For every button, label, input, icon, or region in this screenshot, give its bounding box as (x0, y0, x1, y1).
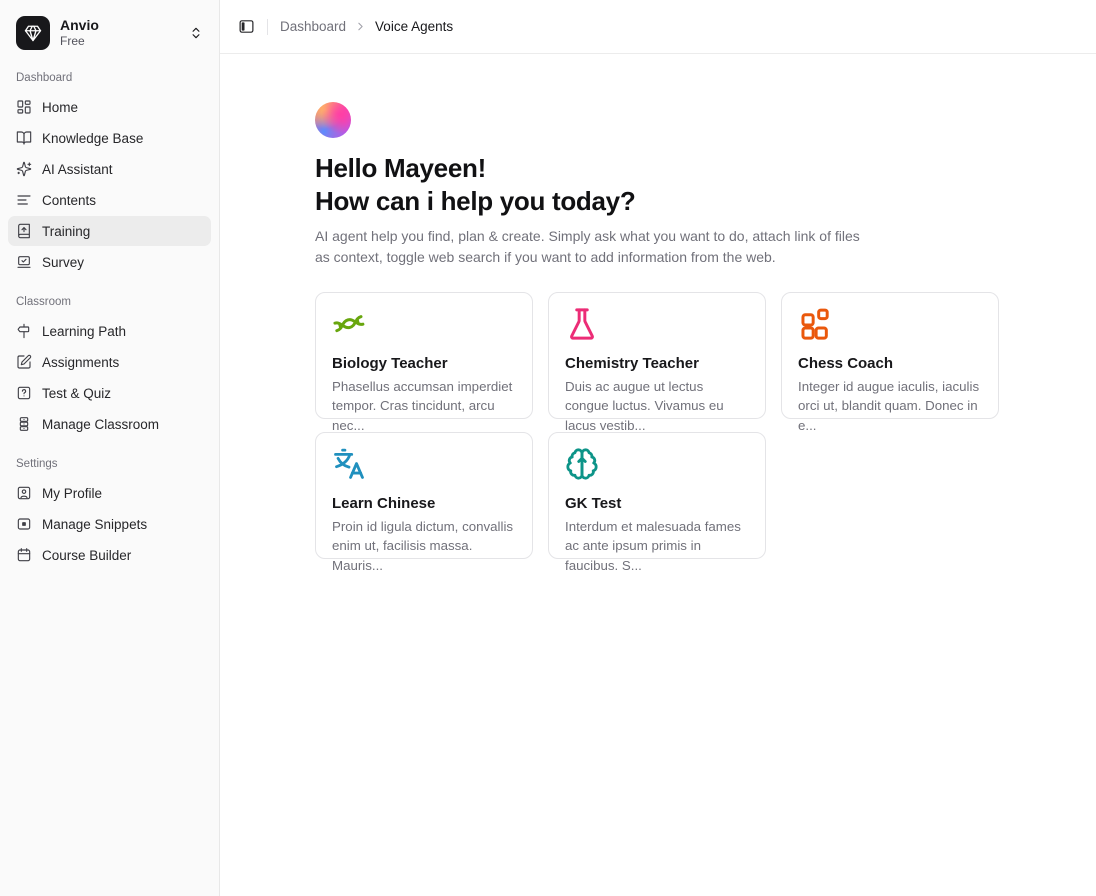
sidebar-item-contents[interactable]: Contents (8, 185, 211, 215)
content: Hello Mayeen! How can i help you today? … (220, 54, 1096, 559)
agent-card-description: Duis ac augue ut lectus congue luctus. V… (565, 377, 749, 435)
agent-card-title: Chess Coach (798, 355, 982, 372)
agent-card-description: Proin id ligula dictum, convallis enim u… (332, 517, 516, 575)
sidebar-item-label: Contents (42, 193, 96, 208)
survey-check-icon (16, 254, 32, 270)
sidebar-item-label: Manage Classroom (42, 417, 159, 432)
gem-icon (24, 24, 42, 42)
calendar-icon (16, 547, 32, 563)
agent-card-title: Biology Teacher (332, 355, 516, 372)
lines-icon (16, 192, 32, 208)
hero-description: AI agent help you find, plan & create. S… (315, 226, 860, 268)
agent-card-biology-teacher[interactable]: Biology TeacherPhasellus accumsan imperd… (315, 292, 533, 419)
sidebar-sections: Dashboard Home Knowledge Base AI Assistant C… (0, 54, 219, 570)
sidebar-item-manage-classroom[interactable]: Manage Classroom (8, 409, 211, 439)
sidebar-item-label: Course Builder (42, 548, 131, 563)
agent-card-title: GK Test (565, 495, 749, 512)
sidebar-section-label-dashboard: Dashboard (0, 54, 219, 92)
sidebar-item-label: Training (42, 224, 90, 239)
sidebar-item-label: Learning Path (42, 324, 126, 339)
agent-card-description: Phasellus accumsan imperdiet tempor. Cra… (332, 377, 516, 435)
header-divider (267, 19, 268, 35)
flask-icon (565, 307, 749, 346)
agent-card-description: Integer id augue iaculis, iaculis orci u… (798, 377, 982, 435)
square-pen-icon (16, 354, 32, 370)
sidebar-section-label-settings: Settings (0, 440, 219, 478)
dna-icon (332, 307, 516, 346)
sidebar: Anvio Free Dashboard Home Knowledge Base AI… (0, 0, 220, 896)
agent-card-learn-chinese[interactable]: Learn ChineseProin id ligula dictum, con… (315, 432, 533, 559)
agent-card-chess-coach[interactable]: Chess CoachInteger id augue iaculis, iac… (781, 292, 999, 419)
agent-card-title: Learn Chinese (332, 495, 516, 512)
chevrons-up-down-icon[interactable] (189, 26, 203, 40)
agent-card-title: Chemistry Teacher (565, 355, 749, 372)
blocks-icon (798, 307, 982, 346)
sidebar-item-label: Home (42, 100, 78, 115)
sidebar-item-test-quiz[interactable]: Test & Quiz (8, 378, 211, 408)
sidebar-item-knowledge-base[interactable]: Knowledge Base (8, 123, 211, 153)
agent-card-chemistry-teacher[interactable]: Chemistry TeacherDuis ac augue ut lectus… (548, 292, 766, 419)
sparkles-icon (16, 161, 32, 177)
agent-card-description: Interdum et malesuada fames ac ante ipsu… (565, 517, 749, 575)
sidebar-item-learning-path[interactable]: Learning Path (8, 316, 211, 346)
sidebar-item-manage-snippets[interactable]: Manage Snippets (8, 509, 211, 539)
sidebar-item-assignments[interactable]: Assignments (8, 347, 211, 377)
breadcrumb-parent[interactable]: Dashboard (280, 19, 346, 34)
sidebar-item-my-profile[interactable]: My Profile (8, 478, 211, 508)
snippet-panel-icon (16, 516, 32, 532)
hero-title: Hello Mayeen! How can i help you today? (315, 152, 1076, 218)
panel-left-icon[interactable] (238, 18, 255, 35)
breadcrumb-current: Voice Agents (375, 19, 453, 34)
workspace-text: Anvio Free (60, 17, 179, 48)
signpost-icon (16, 323, 32, 339)
sidebar-item-label: AI Assistant (42, 162, 113, 177)
classroom-rows-icon (16, 416, 32, 432)
chevron-right-icon (354, 20, 367, 33)
workspace-name: Anvio (60, 17, 179, 34)
sidebar-item-label: Survey (42, 255, 84, 270)
hero-question: How can i help you today? (315, 185, 1076, 218)
sidebar-item-course-builder[interactable]: Course Builder (8, 540, 211, 570)
sidebar-item-survey[interactable]: Survey (8, 247, 211, 277)
book-up-icon (16, 223, 32, 239)
breadcrumb: Dashboard Voice Agents (280, 19, 453, 34)
brain-icon (565, 447, 749, 486)
sidebar-section-label-classroom: Classroom (0, 278, 219, 316)
sidebar-item-label: My Profile (42, 486, 102, 501)
sidebar-item-ai-assistant[interactable]: AI Assistant (8, 154, 211, 184)
sidebar-item-home[interactable]: Home (8, 92, 211, 122)
book-open-icon (16, 130, 32, 146)
sidebar-item-label: Manage Snippets (42, 517, 147, 532)
layout-dashboard-icon (16, 99, 32, 115)
agent-card-gk-test[interactable]: GK TestInterdum et malesuada fames ac an… (548, 432, 766, 559)
agent-grid: Biology Teacher Phasellus accumsan imperd… (315, 292, 1076, 559)
gradient-orb (315, 102, 351, 138)
hero-greeting: Hello Mayeen! (315, 152, 1076, 185)
languages-icon (332, 447, 516, 486)
sidebar-item-label: Test & Quiz (42, 386, 111, 401)
top-header: Dashboard Voice Agents (220, 0, 1096, 54)
workspace-plan: Free (60, 34, 179, 48)
anvio-logo (16, 16, 50, 50)
main-area: Dashboard Voice Agents Hello Mayeen! How… (220, 0, 1096, 896)
sidebar-item-label: Assignments (42, 355, 119, 370)
user-card-icon (16, 485, 32, 501)
sidebar-item-label: Knowledge Base (42, 131, 143, 146)
square-question-icon (16, 385, 32, 401)
sidebar-item-training[interactable]: Training (8, 216, 211, 246)
workspace-switcher[interactable]: Anvio Free (12, 12, 207, 54)
